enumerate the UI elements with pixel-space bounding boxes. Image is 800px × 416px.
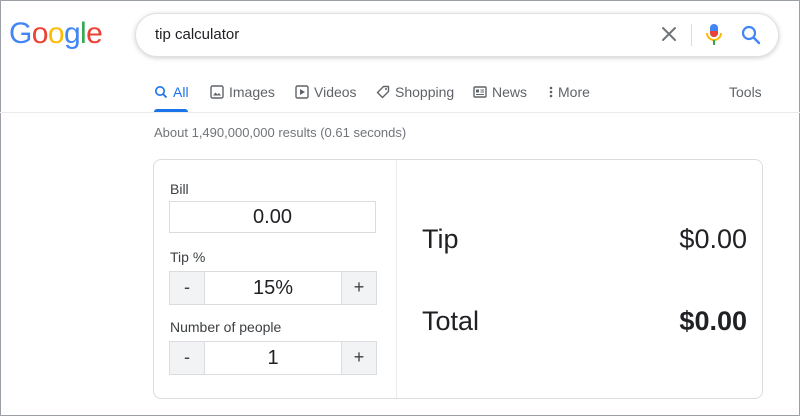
vertical-dots-icon — [549, 86, 553, 98]
search-divider — [691, 24, 692, 46]
tab-videos[interactable]: Videos — [295, 84, 357, 100]
results-stats: About 1,490,000,000 results (0.61 second… — [154, 125, 407, 140]
tag-icon — [376, 85, 390, 99]
tab-label: Videos — [314, 84, 357, 100]
tab-images[interactable]: Images — [210, 84, 275, 100]
header-divider — [0, 112, 800, 113]
tab-all[interactable]: All — [154, 84, 189, 100]
people-decrease-button[interactable]: - — [170, 342, 205, 374]
tab-label: More — [558, 84, 590, 100]
people-input[interactable]: 1 — [205, 342, 341, 374]
total-result-value: $0.00 — [679, 306, 747, 336]
people-increase-button[interactable]: + — [341, 342, 376, 374]
tab-more[interactable]: More — [549, 84, 590, 100]
tip-increase-button[interactable]: + — [341, 272, 376, 304]
tip-calculator-card: Bill 0.00 Tip % - 15% + Number of people… — [153, 159, 763, 399]
image-icon — [210, 85, 224, 99]
tab-label: Shopping — [395, 84, 455, 100]
search-input[interactable]: tip calculator — [155, 26, 239, 43]
search-icon — [155, 86, 168, 99]
people-stepper: - 1 + — [169, 341, 377, 375]
tip-decrease-button[interactable]: - — [170, 272, 205, 304]
play-icon — [295, 85, 309, 99]
tab-label: Images — [229, 84, 275, 100]
tab-news[interactable]: News — [473, 84, 527, 100]
search-icon[interactable] — [739, 23, 763, 47]
microphone-icon[interactable] — [702, 22, 726, 48]
card-divider — [396, 160, 397, 398]
tip-percent-stepper: - 15% + — [169, 271, 377, 305]
tip-result-label: Tip — [422, 224, 459, 254]
search-box[interactable]: tip calculator — [135, 13, 779, 57]
google-logo[interactable]: Google — [9, 17, 103, 51]
tools-button[interactable]: Tools — [729, 84, 762, 100]
tab-label: All — [173, 84, 189, 100]
people-label: Number of people — [170, 319, 282, 335]
tab-shopping[interactable]: Shopping — [376, 84, 454, 100]
tip-percent-input[interactable]: 15% — [205, 272, 341, 304]
tip-percent-label: Tip % — [170, 249, 206, 265]
newspaper-icon — [473, 86, 487, 98]
total-result-label: Total — [422, 306, 480, 336]
close-icon[interactable] — [658, 23, 680, 45]
bill-label: Bill — [170, 181, 189, 197]
tip-result-value: $0.00 — [679, 224, 747, 254]
bill-input[interactable]: 0.00 — [169, 201, 376, 233]
tab-label: News — [492, 84, 528, 100]
